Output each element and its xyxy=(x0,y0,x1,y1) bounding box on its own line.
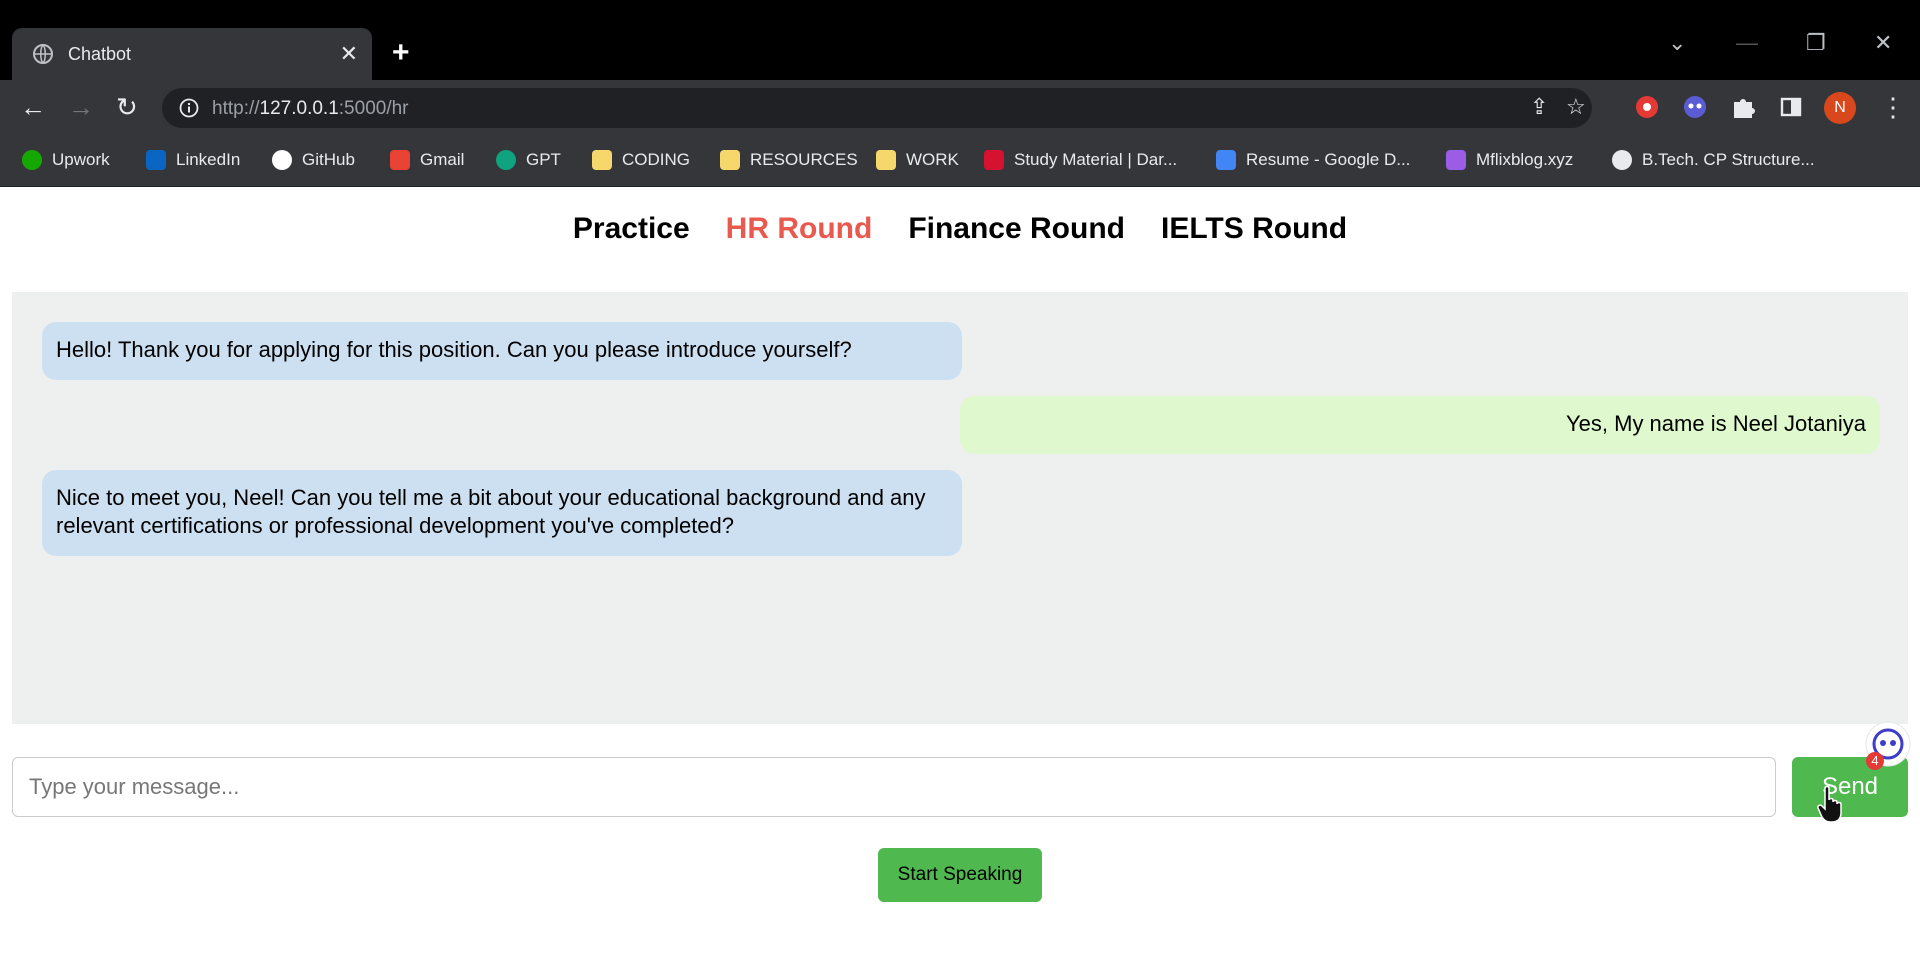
tab-title: Chatbot xyxy=(68,43,132,64)
bookmark-resume[interactable]: Resume - Google D... xyxy=(1216,150,1410,170)
tab-close-icon[interactable]: ✕ xyxy=(340,41,358,67)
main-nav: Practice HR Round Finance Round IELTS Ro… xyxy=(0,212,1920,246)
url-text: http://127.0.0.1:5000/hr xyxy=(212,98,409,119)
nav-practice[interactable]: Practice xyxy=(573,212,690,246)
gmail-icon xyxy=(390,150,410,170)
bookmark-folder-work[interactable]: WORK xyxy=(876,150,959,170)
extensions-puzzle-icon[interactable] xyxy=(1728,92,1758,122)
gpt-icon xyxy=(496,150,516,170)
browser-tab[interactable]: Chatbot ✕ xyxy=(12,28,372,80)
menu-icon[interactable]: ⋮ xyxy=(1880,92,1906,123)
window-close-icon[interactable]: ✕ xyxy=(1874,30,1892,56)
share-icon[interactable]: ⇪ xyxy=(1530,94,1548,120)
folder-icon xyxy=(720,150,740,170)
address-bar[interactable]: http://127.0.0.1:5000/hr ⇪ ☆ xyxy=(162,88,1592,128)
bookmark-folder-coding[interactable]: CODING xyxy=(592,150,690,170)
bookmarks-bar: Upwork LinkedIn GitHub Gmail GPT CODING … xyxy=(0,136,1920,187)
mflix-icon xyxy=(1446,150,1466,170)
linkedin-icon xyxy=(146,150,166,170)
nav-hr-round[interactable]: HR Round xyxy=(726,212,873,246)
assistant-badge: 4 xyxy=(1866,752,1884,770)
info-icon[interactable] xyxy=(178,97,200,119)
bot-message: Nice to meet you, Neel! Can you tell me … xyxy=(42,470,962,556)
globe-icon xyxy=(33,44,53,64)
bookmark-folder-resources[interactable]: RESOURCES xyxy=(720,150,858,170)
new-tab-button[interactable]: + xyxy=(392,36,410,70)
bookmark-mflixblog[interactable]: Mflixblog.xyz xyxy=(1446,150,1573,170)
folder-icon xyxy=(876,150,896,170)
profile-avatar[interactable]: N xyxy=(1824,92,1856,124)
bookmark-github[interactable]: GitHub xyxy=(272,150,355,170)
side-panel-icon[interactable] xyxy=(1776,92,1806,122)
minimize-icon[interactable]: — xyxy=(1736,30,1758,56)
restore-icon[interactable]: ❐ xyxy=(1806,30,1826,56)
github-icon xyxy=(272,150,292,170)
tab-search-icon[interactable]: ⌄ xyxy=(1668,30,1686,56)
bookmark-gmail[interactable]: Gmail xyxy=(390,150,464,170)
bookmark-gpt[interactable]: GPT xyxy=(496,150,561,170)
nav-finance-round[interactable]: Finance Round xyxy=(908,212,1125,246)
message-input[interactable] xyxy=(12,757,1776,817)
forward-icon[interactable]: → xyxy=(68,92,94,123)
globe-icon xyxy=(1612,150,1632,170)
extension-bot-icon[interactable] xyxy=(1680,92,1710,122)
bookmark-upwork[interactable]: Upwork xyxy=(22,150,110,170)
folder-icon xyxy=(592,150,612,170)
nav-ielts-round[interactable]: IELTS Round xyxy=(1161,212,1347,246)
bookmark-linkedin[interactable]: LinkedIn xyxy=(146,150,240,170)
bookmark-btech[interactable]: B.Tech. CP Structure... xyxy=(1612,150,1815,170)
bot-message: Hello! Thank you for applying for this p… xyxy=(42,322,962,380)
extension-red-icon[interactable] xyxy=(1632,92,1662,122)
bookmark-study-material[interactable]: Study Material | Dar... xyxy=(984,150,1177,170)
dj-logo-icon xyxy=(984,150,1004,170)
browser-toolbar: ← → ↻ http://127.0.0.1:5000/hr ⇪ ☆ N ⋮ xyxy=(0,80,1920,136)
google-docs-icon xyxy=(1216,150,1236,170)
back-icon[interactable]: ← xyxy=(20,92,46,123)
user-message: Yes, My name is Neel Jotaniya xyxy=(960,396,1880,454)
hand-cursor-icon xyxy=(1817,785,1842,823)
upwork-icon xyxy=(22,150,42,170)
reload-icon[interactable]: ↻ xyxy=(116,92,138,123)
browser-titlebar: Chatbot ✕ + ⌄ — ❐ ✕ xyxy=(0,0,1920,80)
start-speaking-button[interactable]: Start Speaking xyxy=(878,848,1042,902)
star-icon[interactable]: ☆ xyxy=(1566,94,1586,120)
chat-window[interactable]: Hello! Thank you for applying for this p… xyxy=(12,292,1908,724)
